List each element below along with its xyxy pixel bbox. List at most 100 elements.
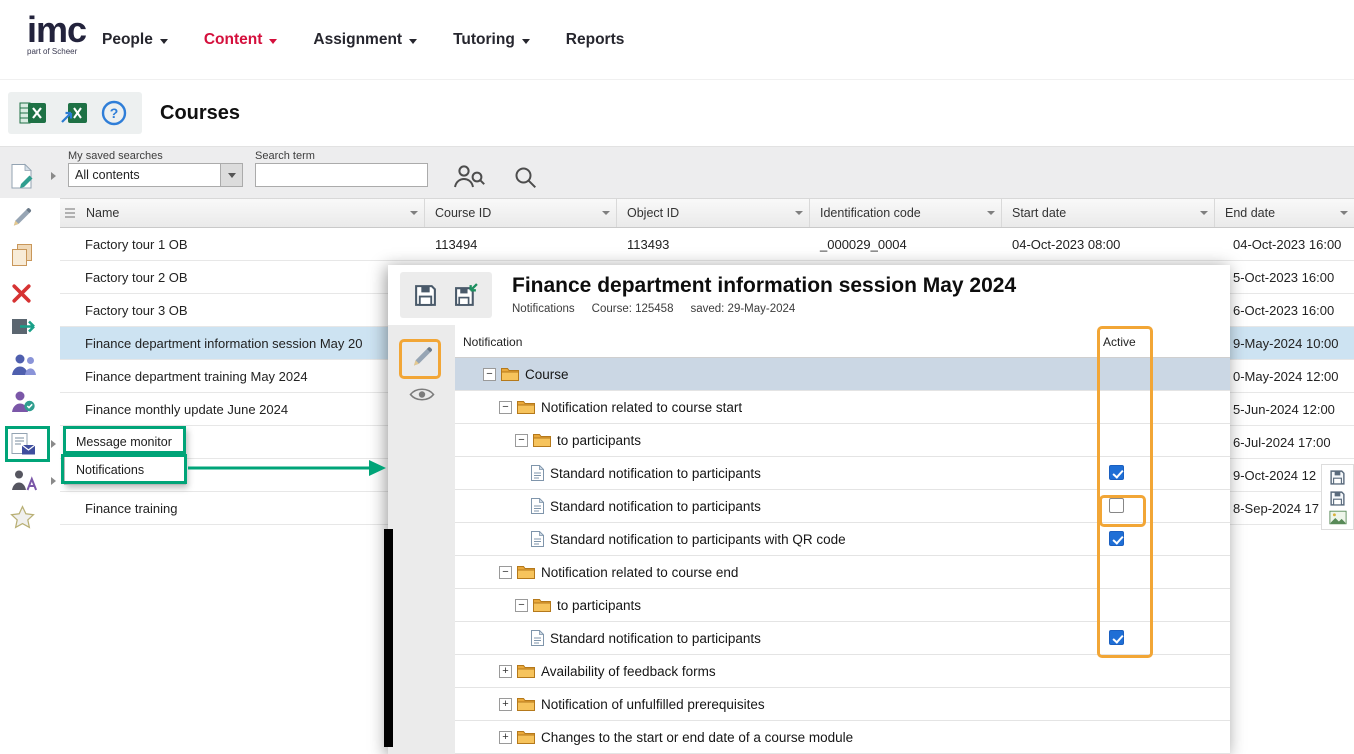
- cell-name: Factory tour 1 OB: [60, 237, 425, 252]
- row-actions-panel: [1321, 464, 1354, 530]
- collapse-icon[interactable]: −: [515, 434, 528, 447]
- collapse-icon[interactable]: −: [499, 566, 512, 579]
- chevron-down-icon: [602, 211, 610, 215]
- edit-pencil-icon[interactable]: [10, 202, 46, 232]
- save-icon[interactable]: [1329, 490, 1346, 507]
- active-checkbox[interactable]: [1109, 465, 1124, 480]
- modal-saved-date: saved: 29-May-2024: [690, 303, 795, 315]
- cell-end_date: 04-Oct-2023 16:00: [1215, 237, 1354, 252]
- preview-eye-icon[interactable]: [409, 386, 435, 403]
- nav-item-label: Reports: [566, 31, 625, 49]
- cell-end_date: 6-Jul-2024 17:00: [1215, 435, 1354, 450]
- person-search-icon[interactable]: [452, 163, 486, 195]
- folder-icon: [517, 730, 535, 744]
- column-header-start-date[interactable]: Start date: [1002, 199, 1215, 227]
- expand-icon[interactable]: +: [499, 731, 512, 744]
- menu-item-message-monitor[interactable]: Message monitor: [65, 428, 185, 456]
- chevron-down-icon: [228, 173, 236, 178]
- nav-item-tutoring[interactable]: Tutoring: [453, 31, 530, 49]
- tree-row[interactable]: Standard notification to participants: [455, 457, 1230, 490]
- excel-import-icon[interactable]: [60, 100, 88, 126]
- collapse-icon[interactable]: −: [499, 401, 512, 414]
- column-header-name[interactable]: Name: [60, 199, 425, 227]
- copy-icon[interactable]: [10, 240, 46, 270]
- modal-subtitle: Notifications Course: 125458 saved: 29-M…: [512, 303, 795, 315]
- search-term-input[interactable]: [255, 163, 428, 187]
- person-ruler-icon[interactable]: [10, 466, 46, 496]
- cell-end_date: 5-Oct-2023 16:00: [1215, 270, 1354, 285]
- tree-row-label: Standard notification to participants: [550, 466, 761, 481]
- edit-pencil-icon[interactable]: [410, 345, 434, 369]
- save-icon[interactable]: [1329, 469, 1346, 486]
- nav-menu: People Content Assignment Tutoring Reports: [102, 0, 624, 80]
- message-monitor-icon[interactable]: [10, 429, 46, 459]
- people-icon[interactable]: [10, 349, 46, 379]
- collapse-icon[interactable]: −: [483, 368, 496, 381]
- modal-left-toolbar: [388, 325, 455, 754]
- tree-row[interactable]: −Notification related to course start: [455, 391, 1230, 424]
- document-icon: [531, 465, 544, 481]
- folder-icon: [517, 697, 535, 711]
- notifications-modal: Finance department information session M…: [388, 265, 1230, 754]
- search-icon[interactable]: [513, 165, 538, 195]
- create-document-icon[interactable]: [10, 161, 46, 191]
- tree-row[interactable]: − to participants: [455, 424, 1230, 457]
- star-icon[interactable]: [10, 502, 46, 532]
- column-header-identification-code[interactable]: Identification code: [810, 199, 1002, 227]
- column-header-end-date[interactable]: End date: [1215, 199, 1354, 227]
- cell-course_id: 113494: [425, 237, 617, 252]
- tree-row[interactable]: Standard notification to participants: [455, 490, 1230, 523]
- folder-icon: [517, 400, 535, 414]
- photo-icon[interactable]: [1329, 510, 1347, 525]
- tree-row[interactable]: +Availability of feedback forms: [455, 655, 1230, 688]
- tree-row-label: Standard notification to participants: [550, 631, 761, 646]
- document-icon: [531, 630, 544, 646]
- submenu-arrow-icon: [51, 172, 56, 180]
- save-and-transfer-icon[interactable]: [454, 283, 479, 308]
- imc-logo[interactable]: imc part of Scheer: [27, 12, 86, 56]
- modal-title: Finance department information session M…: [512, 274, 1016, 298]
- table-row[interactable]: Factory tour 1 OB113494113493_000029_000…: [60, 228, 1354, 261]
- saved-searches-select[interactable]: All contents: [68, 163, 243, 187]
- export-action-group: ?: [8, 92, 142, 134]
- active-checkbox[interactable]: [1109, 498, 1124, 513]
- delete-x-icon[interactable]: [10, 278, 46, 308]
- tree-row[interactable]: −to participants: [455, 589, 1230, 622]
- logo-subtext: part of Scheer: [27, 48, 86, 56]
- tree-row[interactable]: − Notification related to course end: [455, 556, 1230, 589]
- collapse-icon[interactable]: −: [515, 599, 528, 612]
- save-icon[interactable]: [413, 283, 438, 308]
- column-header-course-id[interactable]: Course ID: [425, 199, 617, 227]
- active-checkbox[interactable]: [1109, 630, 1124, 645]
- help-glyph: ?: [110, 105, 119, 121]
- export-arrow-icon[interactable]: [10, 312, 46, 342]
- tree-row[interactable]: Standard notification to participants wi…: [455, 523, 1230, 556]
- expand-icon[interactable]: +: [499, 698, 512, 711]
- menu-item-notifications[interactable]: Notifications: [65, 456, 185, 484]
- modal-save-group: [400, 272, 492, 318]
- nav-item-people[interactable]: People: [102, 31, 168, 49]
- tree-row-label: to participants: [557, 433, 641, 448]
- chevron-down-icon: [795, 211, 803, 215]
- tree-row[interactable]: +Changes to the start or end date of a c…: [455, 721, 1230, 754]
- excel-export-icon[interactable]: [19, 100, 47, 126]
- nav-item-assignment[interactable]: Assignment: [313, 31, 417, 49]
- person-check-icon[interactable]: [10, 386, 46, 416]
- select-dropdown-button[interactable]: [220, 164, 242, 186]
- chevron-down-icon: [522, 39, 530, 44]
- expand-icon[interactable]: +: [499, 665, 512, 678]
- column-label: Course ID: [435, 206, 491, 220]
- nav-item-content[interactable]: Content: [204, 31, 278, 49]
- active-checkbox[interactable]: [1109, 531, 1124, 546]
- cell-end_date: 5-Jun-2024 12:00: [1215, 402, 1354, 417]
- tree-row-label: Notification related to course end: [541, 565, 738, 580]
- tree-row[interactable]: +Notification of unfulfilled prerequisit…: [455, 688, 1230, 721]
- cell-end_date: 9-May-2024 10:00: [1215, 336, 1354, 351]
- cell-name: Finance department information session M…: [60, 336, 425, 351]
- tree-row[interactable]: −Course: [455, 358, 1230, 391]
- help-icon[interactable]: ?: [101, 100, 127, 126]
- column-header-object-id[interactable]: Object ID: [617, 199, 810, 227]
- column-label: Name: [86, 206, 119, 220]
- tree-row[interactable]: Standard notification to participants: [455, 622, 1230, 655]
- nav-item-reports[interactable]: Reports: [566, 31, 625, 49]
